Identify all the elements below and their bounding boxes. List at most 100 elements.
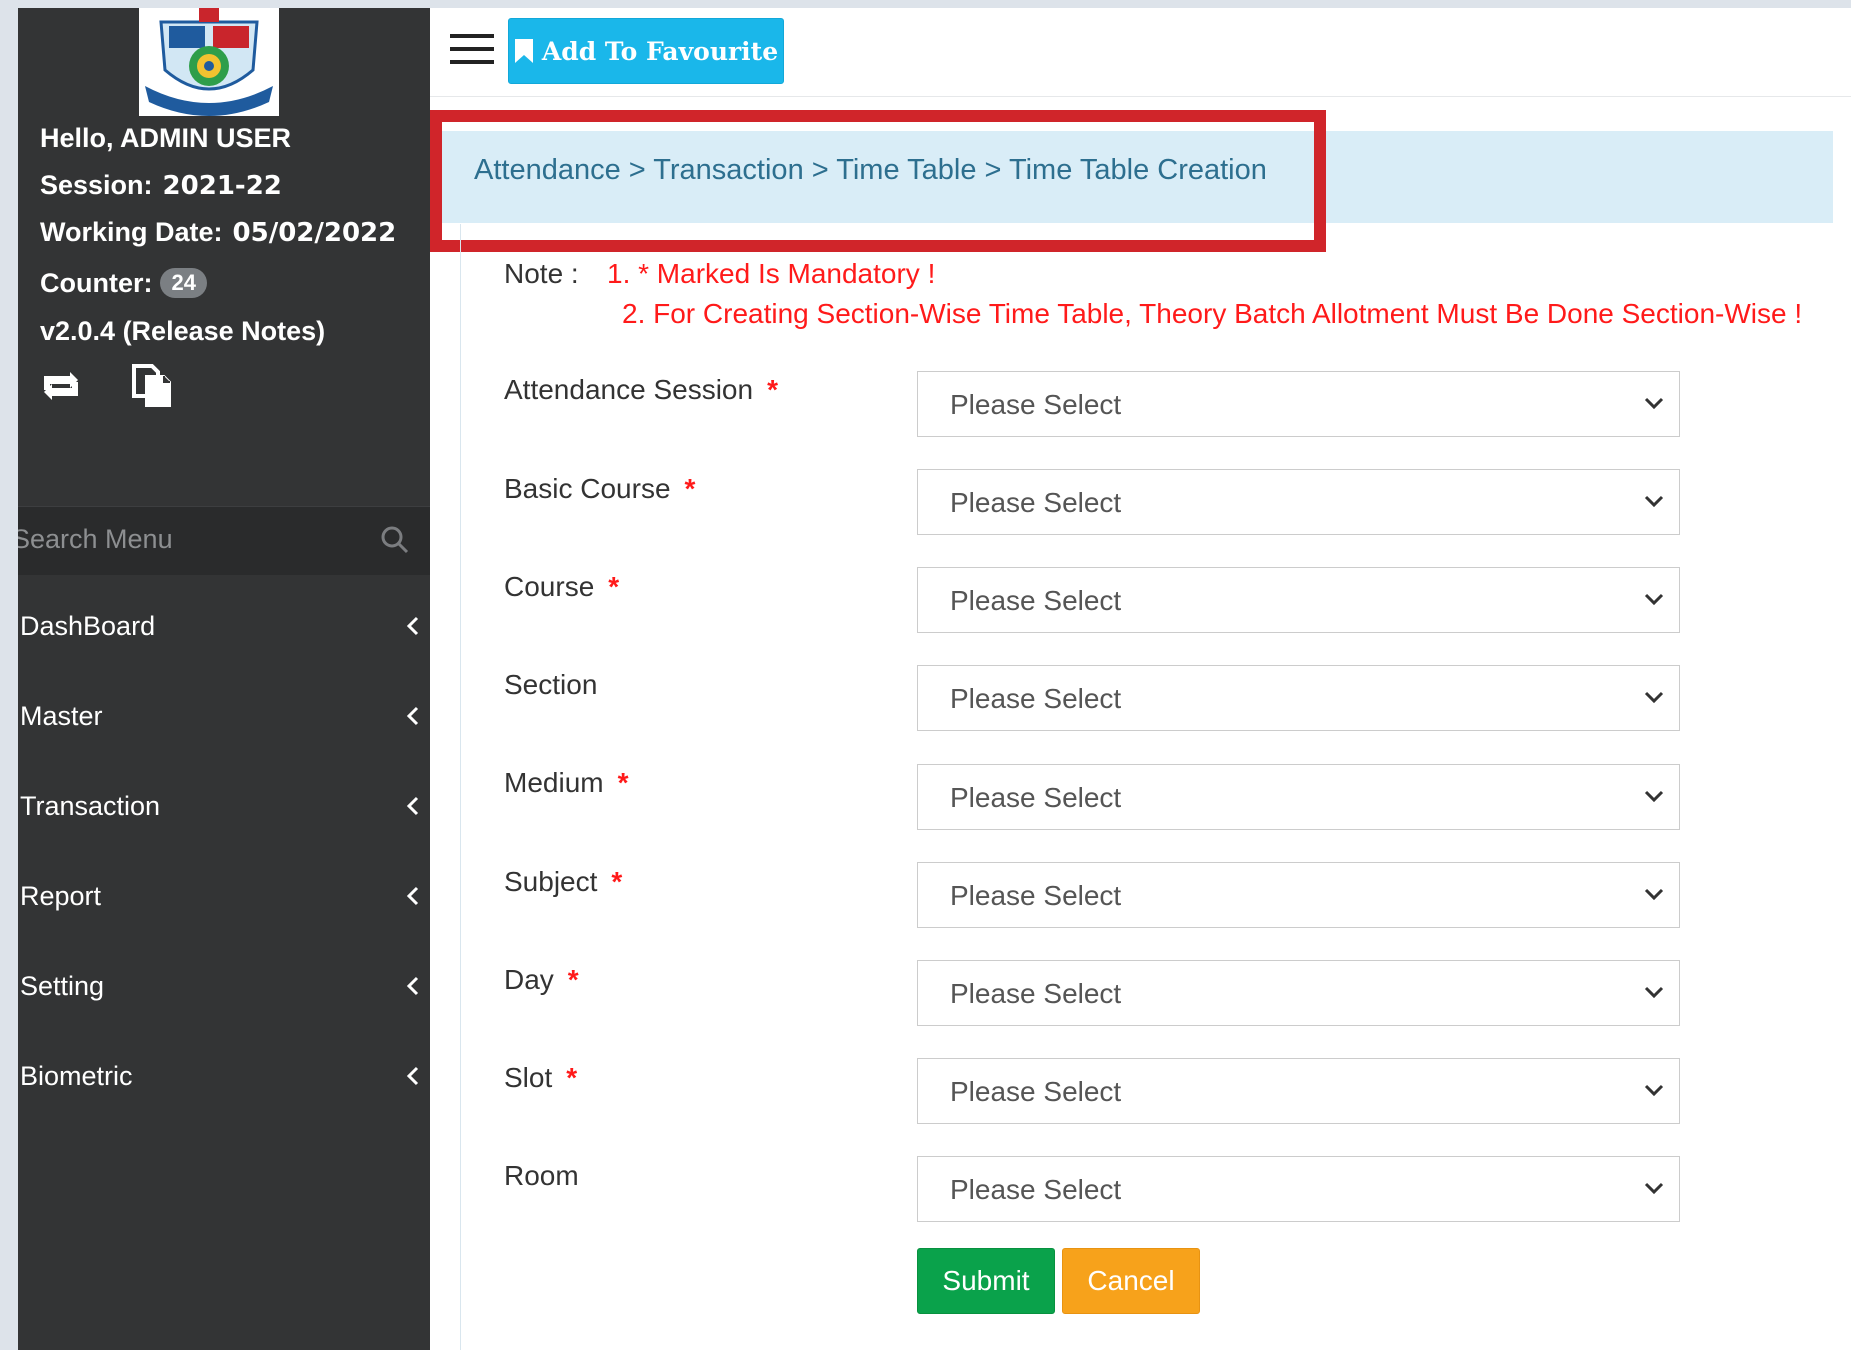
chevron-left-icon	[406, 796, 419, 816]
top-bar: Add To Favourite	[430, 8, 1851, 97]
field-label-text: Subject	[504, 866, 598, 897]
select-value: Please Select	[950, 978, 1122, 1009]
chevron-left-icon	[406, 976, 419, 996]
chevron-down-icon	[1644, 1084, 1664, 1097]
sidebar-item-label: Report	[20, 881, 102, 911]
field-label-text: Basic Course	[504, 473, 671, 504]
note-label-text: Note :	[504, 258, 579, 289]
session-label: Session:	[40, 170, 153, 200]
select-value: Please Select	[950, 1174, 1122, 1205]
retweet-icon[interactable]	[38, 368, 84, 404]
required-mark: *	[617, 767, 629, 798]
day-label: Day *	[504, 964, 579, 996]
required-mark: *	[608, 571, 620, 602]
course-label: Course *	[504, 571, 619, 603]
working-date-info: Working Date: 05/02/2022	[40, 217, 396, 248]
submit-button[interactable]: Submit	[917, 1248, 1055, 1314]
sidebar-item-label: Biometric	[20, 1061, 133, 1091]
institution-logo	[139, 8, 279, 116]
select-value: Please Select	[950, 683, 1122, 714]
slot-select[interactable]: Please Select	[917, 1058, 1680, 1124]
medium-label: Medium *	[504, 767, 629, 799]
sidebar-item-report[interactable]: Report	[18, 861, 430, 937]
counter-label: Counter:	[40, 268, 153, 298]
chevron-left-icon	[406, 616, 419, 636]
field-label-text: Attendance Session	[504, 374, 754, 405]
select-value: Please Select	[950, 1076, 1122, 1107]
required-mark: *	[767, 374, 778, 405]
select-value: Please Select	[950, 880, 1122, 911]
field-label-text: Room	[504, 1160, 579, 1191]
basic-course-select[interactable]: Please Select	[917, 469, 1680, 535]
note-line-1: 1. * Marked Is Mandatory !	[607, 258, 936, 289]
room-label: Room	[504, 1160, 579, 1192]
add-to-favourite-button[interactable]: Add To Favourite	[508, 18, 784, 84]
working-date-value: 05/02/2022	[232, 218, 397, 248]
add-to-favourite-label: Add To Favourite	[541, 36, 779, 66]
select-value: Please Select	[950, 585, 1122, 616]
release-notes-link[interactable]: v2.0.4 (Release Notes)	[40, 316, 325, 347]
sidebar-item-biometric[interactable]: Biometric	[18, 1041, 430, 1117]
select-value: Please Select	[950, 389, 1122, 420]
chevron-down-icon	[1644, 593, 1664, 606]
chevron-left-icon	[406, 886, 419, 906]
sidebar-item-label: Transaction	[20, 791, 161, 821]
field-label-text: Slot	[504, 1062, 553, 1093]
required-mark: *	[684, 473, 696, 504]
sidebar: Hello, ADMIN USER Session: 2021-22 Workin…	[18, 8, 430, 1350]
section-select[interactable]: Please Select	[917, 665, 1680, 731]
content-divider	[460, 224, 461, 1350]
required-mark: *	[611, 866, 623, 897]
medium-select[interactable]: Please Select	[917, 764, 1680, 830]
select-value: Please Select	[950, 782, 1122, 813]
note-label: Note :	[504, 258, 579, 290]
field-label-text: Day	[504, 964, 554, 995]
working-date-label: Working Date:	[40, 217, 223, 247]
field-label-text: Course	[504, 571, 595, 602]
hamburger-menu-icon[interactable]	[450, 32, 494, 66]
sidebar-item-transaction[interactable]: Transaction	[18, 771, 430, 847]
chevron-down-icon	[1644, 397, 1664, 410]
counter-badge: 24	[160, 268, 207, 298]
chevron-down-icon	[1644, 888, 1664, 901]
attendance-session-select[interactable]: Please Select	[917, 371, 1680, 437]
sidebar-item-label: DashBoard	[20, 611, 156, 641]
select-value: Please Select	[950, 487, 1122, 518]
chevron-down-icon	[1644, 1182, 1664, 1195]
attendance-session-label: Attendance Session *	[504, 374, 778, 406]
chevron-down-icon	[1644, 986, 1664, 999]
slot-label: Slot *	[504, 1062, 577, 1094]
sidebar-item-dashboard[interactable]: DashBoard	[18, 591, 430, 667]
session-info: Session: 2021-22	[40, 170, 282, 201]
day-select[interactable]: Please Select	[917, 960, 1680, 1026]
counter-info: Counter: 24	[40, 268, 207, 299]
chevron-down-icon	[1644, 691, 1664, 704]
subject-select[interactable]: Please Select	[917, 862, 1680, 928]
search-icon[interactable]	[380, 525, 410, 555]
note-line-2: 2. For Creating Section-Wise Time Table,…	[622, 298, 1803, 329]
sidebar-item-master[interactable]: Master	[18, 681, 430, 757]
subject-label: Subject *	[504, 866, 622, 898]
field-label-text: Section	[504, 669, 598, 700]
user-greeting: Hello, ADMIN USER	[40, 123, 292, 153]
course-select[interactable]: Please Select	[917, 567, 1680, 633]
field-label-text: Medium	[504, 767, 604, 798]
sidebar-item-label: Setting	[20, 971, 105, 1001]
cancel-button[interactable]: Cancel	[1062, 1248, 1200, 1314]
required-mark: *	[566, 1062, 578, 1093]
sidebar-item-label: Master	[20, 701, 103, 731]
menu-search	[18, 506, 430, 575]
basic-course-label: Basic Course *	[504, 473, 695, 505]
room-select[interactable]: Please Select	[917, 1156, 1680, 1222]
chevron-down-icon	[1644, 495, 1664, 508]
session-value: 2021-22	[162, 171, 282, 201]
breadcrumb: Attendance > Transaction > Time Table > …	[474, 154, 1267, 186]
section-label: Section	[504, 669, 597, 701]
bookmark-icon	[514, 39, 533, 63]
chevron-left-icon	[406, 1066, 419, 1086]
sidebar-item-setting[interactable]: Setting	[18, 951, 430, 1027]
chevron-left-icon	[406, 706, 419, 726]
copy-document-icon[interactable]	[130, 364, 174, 408]
search-menu-input[interactable]	[18, 519, 352, 559]
chevron-down-icon	[1644, 790, 1664, 803]
